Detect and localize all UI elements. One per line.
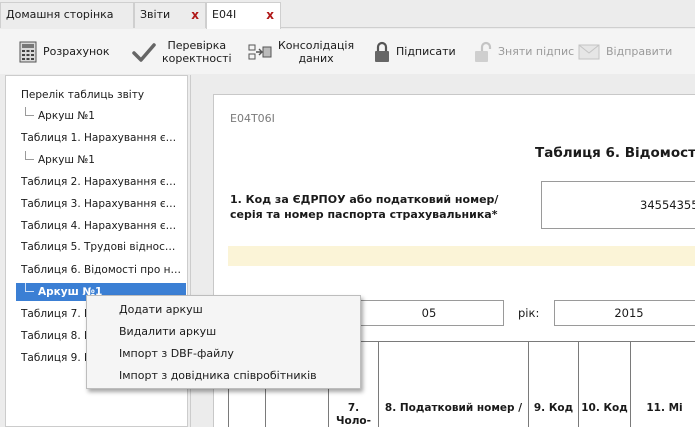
calculate-label: Розрахунок (43, 45, 110, 58)
form-code: E04T06I (230, 112, 275, 125)
tab-bar: Домашня сторінка Звіти x E04I x (0, 0, 695, 29)
tree-item-table1[interactable]: Таблиця 1. Нарахування єди... (21, 129, 181, 147)
menu-item-add-sheet[interactable]: Додати аркуш (119, 300, 203, 320)
unsign-button[interactable]: Зняти підпис (474, 29, 574, 74)
tab-reports-label: Звіти (140, 8, 171, 21)
table-header-col10: 10. Код (578, 342, 630, 427)
send-label: Відправити (606, 45, 673, 58)
col11-label: 11. Мі (646, 402, 683, 414)
tree-item-table2[interactable]: Таблиця 2. Нарахування єди... (21, 173, 181, 191)
tab-e04i[interactable]: E04I x (206, 2, 281, 29)
calculator-icon (19, 41, 37, 62)
verify-label-line1: Перевірка (167, 38, 227, 52)
calculate-button[interactable]: Розрахунок (19, 29, 110, 74)
table-header-col8: 8. Податковий номер / (378, 342, 528, 427)
consolidate-button[interactable]: Консолідація даних (248, 29, 354, 74)
menu-item-import-employees[interactable]: Імпорт з довідника співробітників (119, 366, 317, 386)
tree-item-label: Аркуш №1 (38, 110, 95, 122)
tree-connector (25, 283, 34, 292)
year-field[interactable]: 2015 (554, 300, 695, 326)
unlock-icon (475, 41, 492, 62)
page-title: Таблиця 6. Відомості п (535, 145, 695, 161)
tree-connector (25, 151, 34, 160)
col7-label: 7. Чоло- (336, 402, 371, 427)
tree-connector (25, 107, 34, 116)
tree-root[interactable]: Перелік таблиць звіту (21, 86, 181, 104)
close-icon[interactable]: x (266, 3, 274, 27)
unsign-label: Зняти підпис (498, 45, 575, 58)
tree-item-sheet[interactable]: Аркуш №1 (25, 107, 185, 125)
edrpou-field[interactable]: 34554355 (541, 181, 695, 229)
tab-home[interactable]: Домашня сторінка (0, 2, 134, 28)
tab-home-label: Домашня сторінка (6, 8, 114, 21)
consolidate-label-line2: даних (298, 51, 334, 65)
col8-label: 8. Податковий номер / (384, 402, 523, 414)
consolidate-label-line1: Консолідація (278, 38, 355, 52)
tab-reports[interactable]: Звіти x (134, 2, 206, 28)
context-menu: Додати аркуш Видалити аркуш Імпорт з DBF… (86, 295, 361, 389)
tree-item-sheet[interactable]: Аркуш №1 (25, 151, 185, 169)
tree-item-label: Аркуш №1 (38, 154, 95, 166)
toolbar: Розрахунок Перевірка коректності Консолі… (0, 29, 695, 74)
sign-label: Підписати (396, 45, 456, 58)
col10-label: 10. Код (581, 402, 628, 414)
verify-label-line2: коректності (162, 51, 232, 65)
consolidate-label: Консолідація даних (278, 39, 354, 65)
verify-label: Перевірка коректності (162, 39, 232, 65)
edrpou-number: 1. (230, 193, 242, 206)
app-window: Домашня сторінка Звіти x E04I x Розрахун… (0, 0, 695, 427)
lock-icon (375, 41, 389, 62)
table-header-col11: 11. Мі (630, 342, 695, 427)
tree-item-table5[interactable]: Таблиця 5. Трудові відносин... (21, 238, 181, 256)
col9-label: 9. Код (533, 402, 574, 414)
close-icon[interactable]: x (191, 3, 199, 27)
month-field[interactable]: 05 (354, 300, 504, 326)
tree-item-table6[interactable]: Таблиця 6. Відомості про нар... (21, 261, 181, 279)
menu-item-import-dbf[interactable]: Імпорт з DBF-файлу (119, 344, 234, 364)
tree-item-table3[interactable]: Таблиця 3. Нарахування єди... (21, 195, 181, 213)
consolidate-icon (248, 44, 272, 59)
menu-item-delete-sheet[interactable]: Видалити аркуш (119, 322, 216, 342)
year-label: рік: (518, 306, 540, 320)
verify-button[interactable]: Перевірка коректності (132, 29, 232, 74)
checkmark-icon (132, 42, 156, 62)
envelope-icon (578, 44, 600, 59)
tree-item-table4[interactable]: Таблиця 4. Нарахування єди... (21, 217, 181, 235)
edrpou-text: Код за ЄДРПОУ або податковий номер/серія… (230, 193, 499, 221)
info-strip (228, 246, 695, 266)
send-button[interactable]: Відправити (578, 29, 672, 74)
sign-button[interactable]: Підписати (374, 29, 456, 74)
table-header-col9: 9. Код (528, 342, 578, 427)
edrpou-label: 1. Код за ЄДРПОУ або податковий номер/се… (230, 192, 530, 222)
tab-e04i-label: E04I (212, 8, 237, 21)
